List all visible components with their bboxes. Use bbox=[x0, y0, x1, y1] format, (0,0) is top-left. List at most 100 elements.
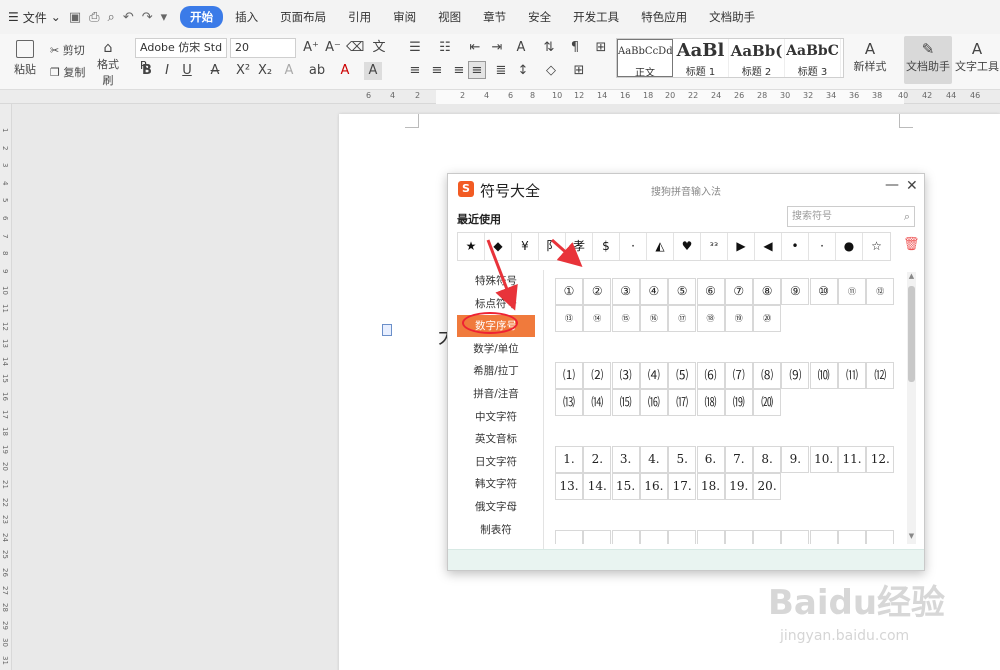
category-item[interactable]: 数学/单位 bbox=[457, 338, 535, 360]
symbol-cell[interactable]: ⑶ bbox=[611, 362, 640, 389]
symbol-cell[interactable]: ⑻ bbox=[753, 362, 782, 389]
symbol-cell[interactable]: ⒄ bbox=[668, 389, 697, 416]
tab-4[interactable]: 审阅 bbox=[383, 6, 426, 28]
recent-symbol[interactable]: ▶ bbox=[728, 233, 755, 260]
symbol-cell[interactable]: 11. bbox=[838, 446, 866, 473]
borders-icon[interactable]: ⊞ bbox=[570, 62, 588, 80]
symbol-cell[interactable]: ⑿ bbox=[866, 362, 895, 389]
print-preview-icon[interactable]: ⌕ bbox=[108, 10, 115, 25]
minimize-icon[interactable]: — bbox=[885, 177, 899, 193]
recent-symbol[interactable]: ᵌᵌ bbox=[701, 233, 728, 260]
redo-icon[interactable]: ↷ bbox=[142, 10, 153, 25]
symbol-cell[interactable]: ① bbox=[555, 278, 583, 305]
recent-symbol[interactable]: • bbox=[782, 233, 809, 260]
symbol-cell[interactable] bbox=[724, 530, 753, 544]
symbol-cell[interactable]: ⒀ bbox=[555, 389, 583, 416]
symbol-cell[interactable]: ⑾ bbox=[838, 362, 866, 389]
symbol-cell[interactable]: ⑴ bbox=[555, 362, 583, 389]
sort-icon[interactable]: ⇅ bbox=[540, 39, 558, 57]
decrease-indent-icon[interactable]: ⇤ bbox=[466, 39, 484, 57]
symbol-cell[interactable]: 1. bbox=[555, 446, 583, 473]
file-menu[interactable]: ☰ 文件 ⌄ bbox=[8, 9, 61, 26]
strikethrough-button[interactable]: A bbox=[206, 62, 224, 80]
symbol-cell[interactable]: 14. bbox=[583, 473, 612, 500]
symbol-cell[interactable] bbox=[866, 530, 895, 544]
style-normal[interactable]: AaBbCcDd 正文 bbox=[617, 39, 673, 77]
tab-9[interactable]: 特色应用 bbox=[631, 6, 697, 28]
recent-symbol[interactable]: ◆ bbox=[485, 233, 512, 260]
style-heading-3[interactable]: AaBbC 标题 3 bbox=[785, 39, 841, 77]
print-icon[interactable]: ⎙ bbox=[89, 10, 99, 25]
symbol-cell[interactable] bbox=[753, 530, 782, 544]
search-icon[interactable]: ⌕ bbox=[904, 207, 910, 226]
symbol-cell[interactable]: ⑺ bbox=[724, 362, 753, 389]
symbol-cell[interactable]: ⑷ bbox=[639, 362, 668, 389]
symbol-cell[interactable]: ⑵ bbox=[583, 362, 612, 389]
highlight-button[interactable]: ab bbox=[308, 62, 326, 80]
tab-6[interactable]: 章节 bbox=[473, 6, 516, 28]
underline-button[interactable]: U bbox=[178, 62, 196, 80]
align-left-icon[interactable]: ≡ bbox=[406, 62, 424, 80]
increase-indent-icon[interactable]: ⇥ bbox=[488, 39, 506, 57]
symbol-cell[interactable]: ⑥ bbox=[696, 278, 725, 305]
tab-1[interactable]: 插入 bbox=[225, 6, 268, 28]
copy-button[interactable]: ❐ 复制 bbox=[50, 64, 85, 80]
symbol-search-input[interactable]: 搜索符号 ⌕ bbox=[787, 206, 915, 227]
symbol-cell[interactable]: ④ bbox=[639, 278, 668, 305]
category-item[interactable]: 俄文字母 bbox=[457, 496, 535, 518]
symbol-cell[interactable]: ⑮ bbox=[611, 305, 640, 332]
symbol-cell[interactable]: 9. bbox=[781, 446, 810, 473]
symbol-cell[interactable]: ⑭ bbox=[583, 305, 612, 332]
tab-7[interactable]: 安全 bbox=[518, 6, 561, 28]
font-name-select[interactable]: Adobe 仿宋 Std R bbox=[135, 38, 227, 72]
trash-icon[interactable]: 🗑 bbox=[903, 237, 920, 252]
symbol-cell[interactable]: ⑫ bbox=[866, 278, 895, 305]
tab-2[interactable]: 页面布局 bbox=[270, 6, 336, 28]
category-item[interactable]: 希腊/拉丁 bbox=[457, 360, 535, 382]
superscript-button[interactable]: X² bbox=[234, 62, 252, 80]
symbol-cell[interactable]: ⑧ bbox=[753, 278, 782, 305]
horizontal-ruler[interactable]: 6 4 2 2 4 6 8 10 12 14 16 18 20 22 24 26 28 30 32 34 36 38 40 4… bbox=[0, 90, 1000, 104]
recent-symbol[interactable]: $ bbox=[593, 233, 620, 260]
font-color-button[interactable]: A bbox=[336, 62, 354, 80]
recent-symbol[interactable]: ☆ bbox=[863, 233, 890, 260]
subscript-button[interactable]: X₂ bbox=[256, 62, 274, 80]
scroll-thumb[interactable] bbox=[908, 286, 915, 382]
symbol-cell[interactable]: ⑦ bbox=[724, 278, 753, 305]
symbol-cell[interactable]: ⑱ bbox=[696, 305, 725, 332]
cut-button[interactable]: ✂ 剪切 bbox=[50, 42, 85, 58]
recent-symbol[interactable]: ◭ bbox=[647, 233, 674, 260]
category-item[interactable]: 中文字符 bbox=[457, 406, 535, 428]
symbol-cell[interactable]: 3. bbox=[611, 446, 640, 473]
font-size-select[interactable]: 20 bbox=[230, 38, 296, 58]
recent-symbol[interactable]: ● bbox=[836, 233, 863, 260]
numbered-list-icon[interactable]: ☷ bbox=[436, 39, 454, 57]
char-layout-icon[interactable]: A bbox=[512, 39, 530, 57]
symbol-cell[interactable]: ③ bbox=[611, 278, 640, 305]
symbol-cell[interactable]: 16. bbox=[639, 473, 668, 500]
symbol-cell[interactable]: 4. bbox=[639, 446, 668, 473]
symbol-cell[interactable] bbox=[696, 530, 725, 544]
vertical-ruler[interactable]: 1 2 3 4 5 6 7 8 9 10 11 12 13 14 15 16 17 18 19 20 21 22 23 24 2… bbox=[0, 104, 12, 670]
symbol-cell[interactable]: 13. bbox=[555, 473, 583, 500]
symbol-cell[interactable] bbox=[639, 530, 668, 544]
category-item[interactable]: 韩文字符 bbox=[457, 473, 535, 495]
category-item[interactable]: 拼音/注音 bbox=[457, 383, 535, 405]
symbol-cell[interactable]: ⒆ bbox=[724, 389, 753, 416]
recent-symbol[interactable]: ¥ bbox=[512, 233, 539, 260]
symbol-cell[interactable]: 7. bbox=[724, 446, 753, 473]
tab-5[interactable]: 视图 bbox=[428, 6, 471, 28]
symbol-cell[interactable]: ⑨ bbox=[781, 278, 810, 305]
symbol-cell[interactable] bbox=[555, 530, 583, 544]
symbol-cell[interactable]: ⒃ bbox=[639, 389, 668, 416]
symbol-cell[interactable]: ⑪ bbox=[838, 278, 866, 305]
tab-10[interactable]: 文档助手 bbox=[699, 6, 765, 28]
symbol-cell[interactable]: 19. bbox=[724, 473, 753, 500]
symbol-cell[interactable]: ⑽ bbox=[809, 362, 838, 389]
table-border-icon[interactable]: ⊞ bbox=[592, 39, 610, 57]
symbol-cell[interactable]: ⒇ bbox=[753, 389, 782, 416]
category-item[interactable]: 日文字符 bbox=[457, 451, 535, 473]
clear-format-icon[interactable]: ⌫ bbox=[346, 39, 364, 57]
paragraph-handle-icon[interactable] bbox=[382, 324, 392, 336]
doc-assistant-button[interactable]: ✎ 文档助手 bbox=[904, 36, 952, 84]
